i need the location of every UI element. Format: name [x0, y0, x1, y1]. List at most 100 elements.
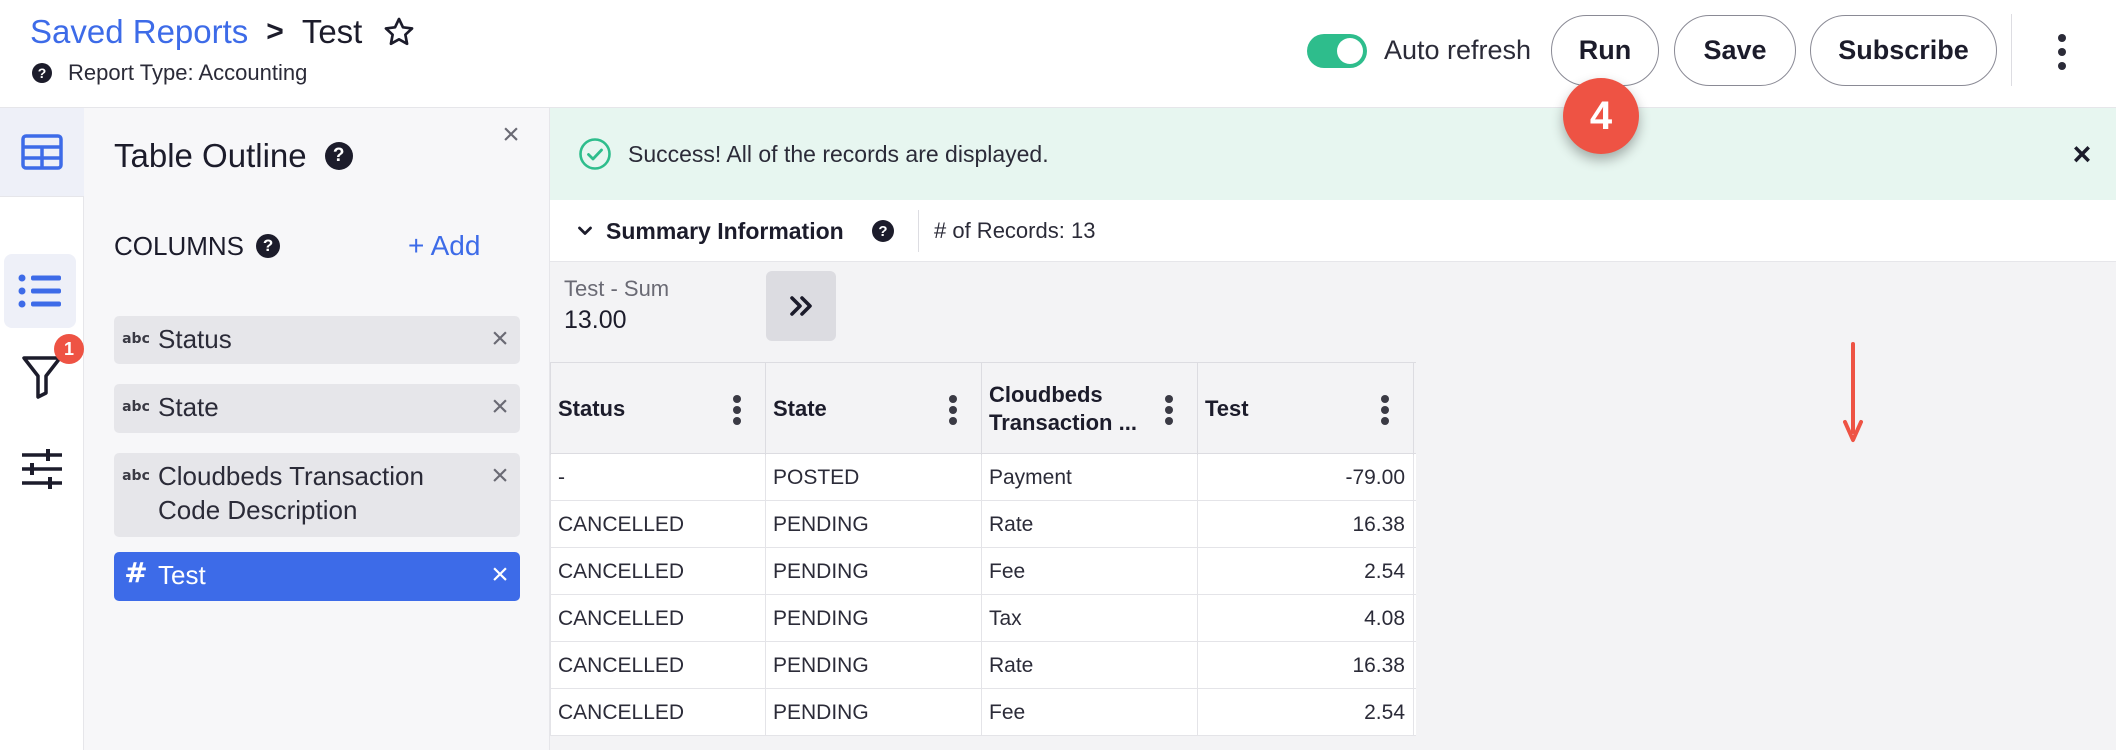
table-cell: PENDING	[766, 595, 982, 642]
table-outline-panel: Table Outline ? × COLUMNS ? + Add abc St…	[84, 108, 550, 750]
table-cell: 16.38	[1198, 642, 1414, 689]
double-chevron-right-icon	[790, 296, 812, 316]
table-cell: CANCELLED	[550, 689, 766, 736]
table-cell: CANCELLED	[550, 595, 766, 642]
column-header-test[interactable]: Test	[1198, 363, 1414, 455]
page-title: Test	[301, 13, 363, 50]
columns-heading: COLUMNS ?	[114, 228, 281, 264]
table-cell: -	[550, 454, 766, 501]
list-icon	[18, 274, 61, 308]
subscribe-button[interactable]: Subscribe	[1810, 15, 1997, 86]
outline-title-row: Table Outline ?	[114, 134, 353, 178]
table-row[interactable]: CANCELLED PENDING Fee 2.54	[550, 548, 1416, 595]
outline-list-button[interactable]	[4, 254, 76, 328]
table-cell: Payment	[982, 454, 1198, 501]
record-count: # of Records: 13	[934, 218, 1096, 243]
column-chip-label: Cloudbeds Transaction Code Description	[158, 461, 424, 525]
table-cell: -79.00	[1198, 454, 1414, 501]
table-row[interactable]: CANCELLED PENDING Rate 16.38	[550, 642, 1416, 689]
star-icon[interactable]	[382, 15, 416, 49]
auto-refresh-toggle[interactable]	[1307, 34, 1367, 68]
header-divider	[2011, 14, 2012, 86]
check-circle-icon	[579, 138, 611, 170]
run-button[interactable]: Run	[1551, 15, 1659, 86]
settings-sliders-button[interactable]	[0, 432, 84, 506]
breadcrumb-separator: >	[266, 15, 284, 48]
remove-column-close-icon[interactable]: ×	[480, 552, 520, 592]
table-header-row: Status State Cloudbeds Transaction ... T…	[550, 362, 1416, 455]
metric-label: Test - Sum	[564, 276, 670, 301]
table-cell: Fee	[982, 548, 1198, 595]
success-alert: Success! All of the records are displaye…	[550, 108, 2116, 200]
column-chip-cloudbeds-transaction-code-description[interactable]: abc Cloudbeds Transaction Code Descripti…	[114, 453, 520, 537]
question-circle-icon[interactable]: ?	[256, 234, 281, 258]
report-type-label: Report Type: Accounting	[68, 60, 308, 85]
table-cell: CANCELLED	[550, 501, 766, 548]
column-header-cloudbeds-transaction[interactable]: Cloudbeds Transaction ...	[982, 363, 1198, 455]
column-menu-kebab-icon[interactable]	[947, 395, 959, 425]
table-row[interactable]: CANCELLED PENDING Fee 2.54	[550, 689, 1416, 736]
filter-icon	[22, 356, 62, 399]
table-cell: 2.54	[1198, 548, 1414, 595]
question-circle-icon[interactable]: ?	[872, 220, 894, 242]
columns-title: COLUMNS	[114, 230, 245, 261]
add-column-button[interactable]: + Add	[408, 228, 480, 264]
remove-column-close-icon[interactable]: ×	[480, 453, 520, 493]
outline-title: Table Outline	[114, 137, 307, 174]
table-cell: PENDING	[766, 642, 982, 689]
table-cell: POSTED	[766, 454, 982, 501]
close-icon[interactable]: ×	[498, 120, 524, 150]
column-chip-status[interactable]: abc Status ×	[114, 316, 520, 364]
table-view-button[interactable]	[0, 108, 84, 196]
column-menu-kebab-icon[interactable]	[1163, 395, 1175, 425]
save-button[interactable]: Save	[1674, 15, 1796, 86]
success-message: Success! All of the records are displaye…	[628, 140, 1049, 167]
left-icon-rail: 1	[0, 108, 84, 750]
table-cell: Rate	[982, 642, 1198, 689]
dismiss-alert-close-icon[interactable]: ×	[2068, 138, 2096, 170]
breadcrumb-saved-reports-link[interactable]: Saved Reports	[30, 13, 248, 51]
remove-column-close-icon[interactable]: ×	[480, 384, 520, 424]
annotation-arrow-icon	[1843, 342, 1863, 442]
column-header-state[interactable]: State	[766, 363, 982, 455]
column-chip-label: Status	[158, 324, 232, 354]
report-app: Saved Reports > Test ? Report Type: Acco…	[0, 0, 2116, 750]
summary-information-toggle[interactable]: Summary Information	[576, 214, 844, 248]
question-circle-icon[interactable]: ?	[32, 63, 52, 83]
table-row[interactable]: CANCELLED PENDING Rate 16.38	[550, 501, 1416, 548]
report-main-area: Success! All of the records are displaye…	[550, 108, 2116, 750]
text-type-icon: abc	[122, 399, 150, 415]
table-row[interactable]: - POSTED Payment -79.00	[550, 454, 1416, 501]
table-cell: Rate	[982, 501, 1198, 548]
sliders-icon	[22, 449, 62, 489]
text-type-icon: abc	[122, 331, 150, 347]
column-header-label: State	[773, 396, 827, 421]
column-chip-state[interactable]: abc State ×	[114, 384, 520, 433]
column-header-label: Cloudbeds Transaction ...	[989, 382, 1137, 435]
question-circle-icon[interactable]: ?	[324, 142, 353, 170]
table-grid-icon	[21, 134, 63, 170]
filter-count-badge: 1	[54, 334, 84, 364]
remove-column-close-icon[interactable]: ×	[480, 316, 520, 356]
text-type-icon: abc	[122, 468, 150, 484]
summary-bar: Summary Information ? # of Records: 13	[550, 200, 2116, 262]
column-chip-test[interactable]: # Test ×	[114, 552, 520, 601]
table-row[interactable]: CANCELLED PENDING Tax 4.08	[550, 595, 1416, 642]
column-header-label: Status	[558, 396, 626, 421]
rail-divider	[0, 196, 84, 197]
number-type-icon: #	[124, 556, 148, 589]
column-header-status[interactable]: Status	[550, 363, 766, 455]
column-chip-label: State	[158, 392, 219, 422]
summary-divider	[918, 210, 919, 252]
column-menu-kebab-icon[interactable]	[1379, 395, 1391, 425]
table-cell: CANCELLED	[550, 548, 766, 595]
table-cell: PENDING	[766, 548, 982, 595]
table-cell: PENDING	[766, 501, 982, 548]
data-table: Status State Cloudbeds Transaction ... T…	[550, 362, 1416, 736]
more-options-kebab-icon[interactable]	[2050, 32, 2074, 72]
table-cell: PENDING	[766, 689, 982, 736]
expand-metrics-button[interactable]	[766, 271, 836, 341]
top-header: Saved Reports > Test ? Report Type: Acco…	[0, 0, 2116, 108]
column-menu-kebab-icon[interactable]	[731, 395, 743, 425]
report-type: ? Report Type: Accounting	[32, 58, 307, 88]
